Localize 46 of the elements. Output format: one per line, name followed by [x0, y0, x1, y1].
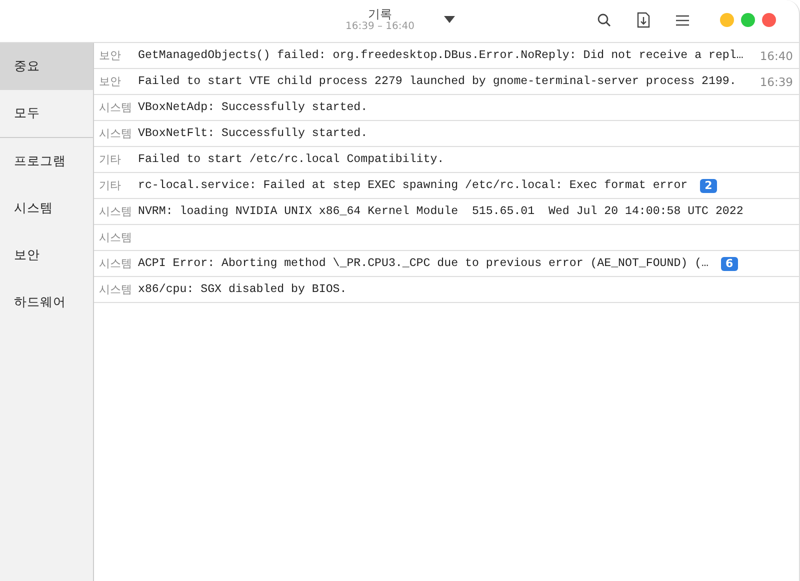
log-message: VBoxNetAdp: Successfully started. — [138, 101, 368, 114]
log-time: 16:40 — [760, 48, 793, 62]
log-message: GetManagedObjects() failed: org.freedesktop.DBus.Error.NoReply: Did not receive a repl… — [138, 49, 744, 62]
category-label: 기타 — [99, 178, 122, 193]
close-button[interactable] — [762, 13, 776, 27]
log-row[interactable]: 시스템 VBoxNetFlt: Successfully started. — [94, 121, 799, 147]
time-range: 16:39 – 16:40 — [346, 21, 414, 33]
category-label: 시스템 — [99, 126, 133, 141]
log-message: ACPI Error: Aborting method \_PR.CPU3._CPC due to previous error (AE_NOT_FOUND) (… — [138, 257, 709, 270]
export-icon[interactable] — [635, 12, 651, 28]
count-badge: 6 — [720, 256, 738, 270]
search-icon[interactable] — [596, 13, 612, 27]
sidebar-item[interactable]: 하드웨어 — [0, 279, 93, 326]
category-label: 보안 — [99, 74, 122, 89]
log-row[interactable]: 기타 rc-local.service: Failed at step EXEC spawning /etc/rc.local: Exec format error 2 — [94, 173, 799, 199]
dropdown-caret-icon[interactable] — [444, 16, 455, 23]
category-label: 시스템 — [99, 230, 133, 245]
log-message: VBoxNetFlt: Successfully started. — [138, 127, 368, 140]
log-message: rc-local.service: Failed at step EXEC spawning /etc/rc.local: Exec format error — [138, 179, 688, 192]
sidebar-item[interactable]: 프로그램 — [0, 138, 93, 185]
category-label: 기타 — [99, 152, 122, 167]
sidebar-item[interactable]: 모두 — [0, 90, 93, 137]
category-label: 시스템 — [99, 256, 133, 271]
log-row[interactable]: 시스템 NVRM: loading NVIDIA UNIX x86_64 Kernel Module 515.65.01 Wed Jul 20 14:00:58 UTC 2022 — [94, 199, 799, 225]
log-time: 16:39 — [760, 74, 793, 88]
window-title: 기록 — [368, 7, 392, 21]
category-label: 시스템 — [99, 282, 133, 297]
log-message: Failed to start VTE child process 2279 launched by gnome-terminal-server process 2199. — [138, 75, 736, 88]
sidebar-item[interactable]: 시스템 — [0, 185, 93, 232]
log-row[interactable]: 시스템 ACPI Error: Aborting method \_PR.CPU3._CPC due to previous error (AE_NOT_FOUND) (… 6 — [94, 251, 799, 277]
category-label: 보안 — [99, 48, 122, 63]
sidebar-item[interactable]: 중요 — [0, 43, 93, 90]
sidebar-item[interactable]: 보안 — [0, 232, 93, 279]
log-row[interactable]: 시스템 — [94, 225, 799, 251]
menu-icon[interactable] — [674, 14, 690, 26]
log-row[interactable]: 기타 Failed to start /etc/rc.local Compatibility. — [94, 147, 799, 173]
log-message: Failed to start /etc/rc.local Compatibility. — [138, 153, 444, 166]
log-message: x86/cpu: SGX disabled by BIOS. — [138, 283, 347, 296]
log-row[interactable]: 시스템 x86/cpu: SGX disabled by BIOS. — [94, 277, 799, 303]
count-badge: 2 — [700, 178, 718, 192]
log-row[interactable]: 보안 Failed to start VTE child process 2279 launched by gnome-terminal-server process 2199. 16:39 — [94, 69, 799, 95]
category-label: 시스템 — [99, 204, 133, 219]
log-row[interactable]: 보안 GetManagedObjects() failed: org.freedesktop.DBus.Error.NoReply: Did not receive a repl… 16:40 — [94, 43, 799, 69]
category-label: 시스템 — [99, 100, 133, 115]
log-message: NVRM: loading NVIDIA UNIX x86_64 Kernel Module 515.65.01 Wed Jul 20 14:00:58 UTC 2022 — [138, 205, 744, 218]
log-row[interactable]: 시스템 VBoxNetAdp: Successfully started. — [94, 95, 799, 121]
